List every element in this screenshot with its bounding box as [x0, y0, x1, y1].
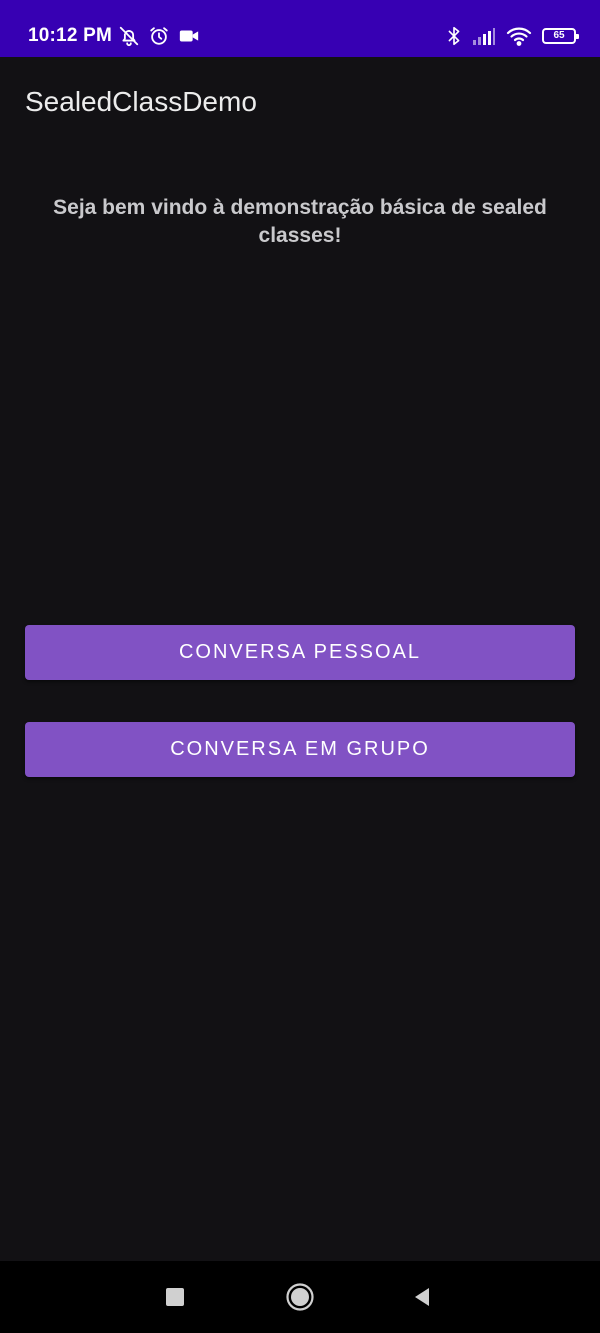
signal-icon	[472, 26, 496, 46]
status-left-icons	[118, 24, 200, 48]
group-chat-button[interactable]: CONVERSA EM GRUPO	[25, 722, 575, 777]
app-screen: 10:12 PM 65 SealedClassDemo Seja bem vin…	[0, 0, 600, 1333]
back-icon	[411, 1286, 433, 1308]
notifications-off-icon	[118, 25, 140, 47]
status-right-icons: 65	[446, 23, 579, 49]
recents-button[interactable]	[157, 1279, 193, 1315]
home-button[interactable]	[282, 1279, 318, 1315]
bluetooth-icon	[446, 25, 462, 47]
alarm-icon	[148, 25, 170, 47]
battery-level: 65	[553, 30, 565, 41]
recents-icon	[165, 1287, 185, 1307]
personal-chat-button[interactable]: CONVERSA PESSOAL	[25, 625, 575, 680]
video-camera-icon	[178, 25, 200, 47]
navigation-bar	[0, 1261, 600, 1333]
status-time: 10:12 PM	[28, 25, 112, 46]
back-button[interactable]	[404, 1279, 440, 1315]
welcome-text: Seja bem vindo à demonstração básica de …	[53, 196, 547, 247]
battery-icon: 65	[542, 28, 579, 44]
home-icon	[285, 1282, 315, 1312]
status-bar: 10:12 PM 65	[0, 0, 600, 57]
app-title: SealedClassDemo	[25, 86, 257, 117]
wifi-icon	[506, 26, 532, 46]
app-bar: SealedClassDemo	[0, 57, 600, 147]
